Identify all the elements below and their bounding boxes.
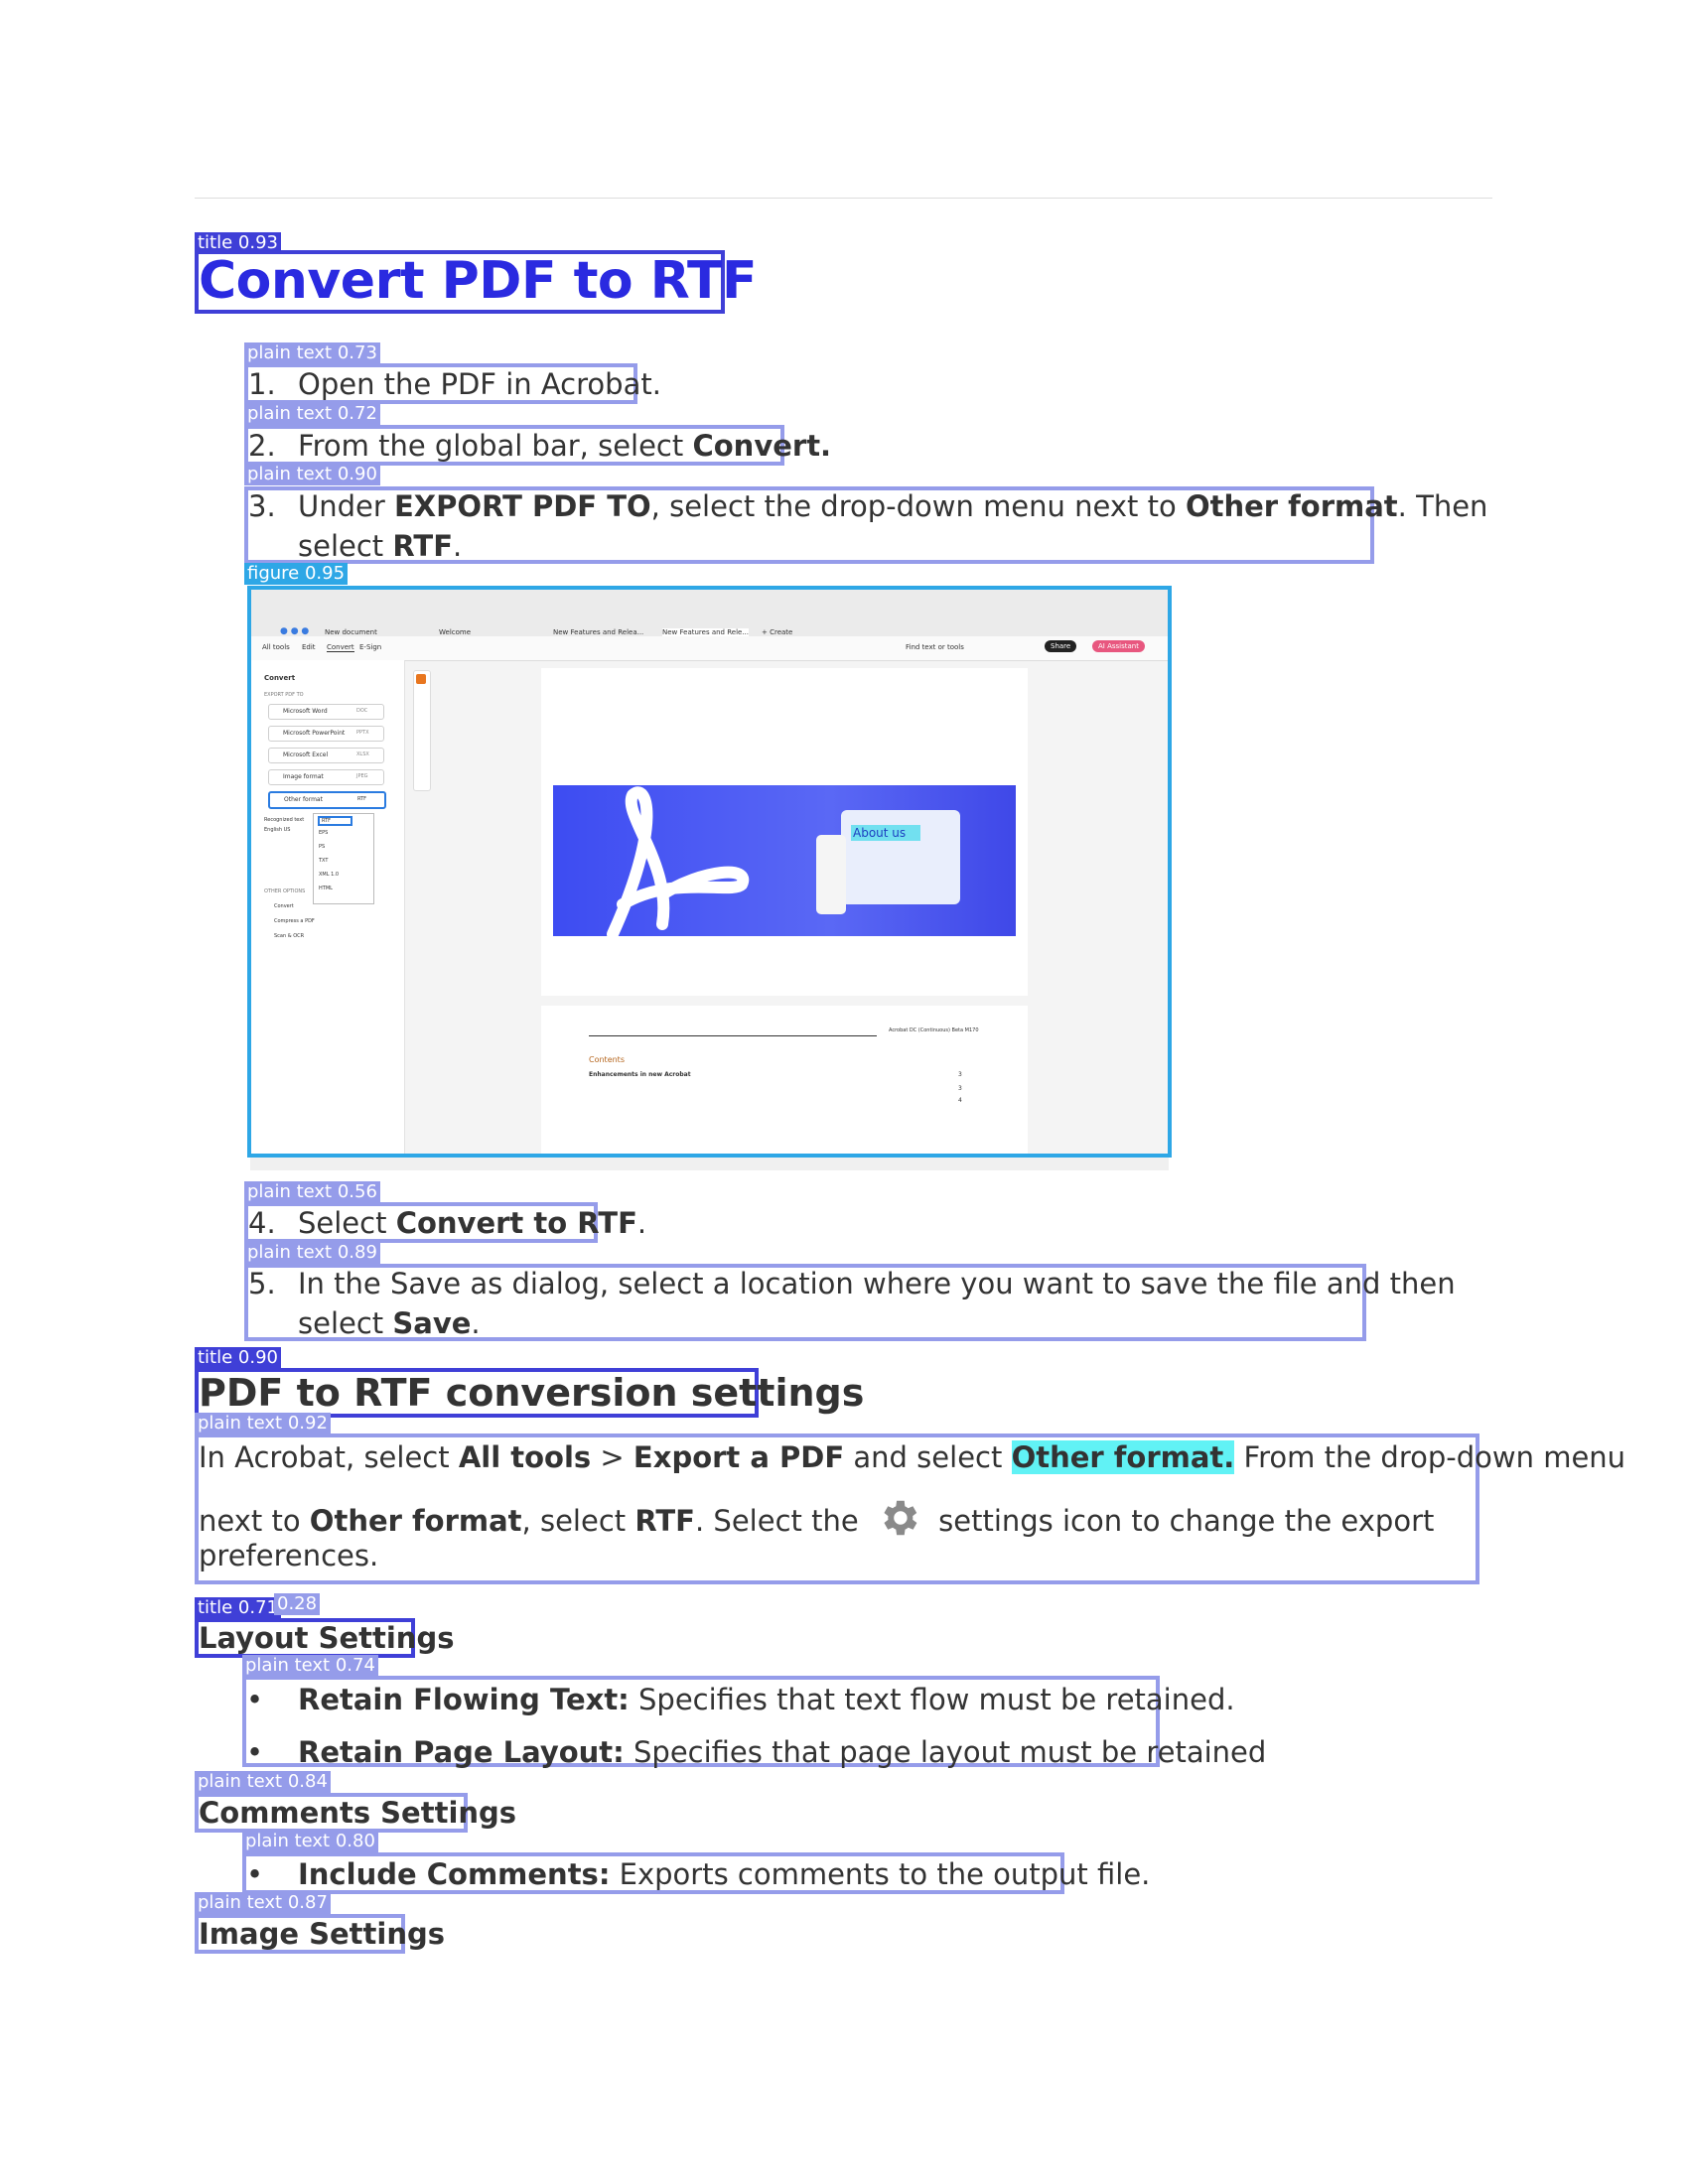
bold-text: RTF — [392, 529, 454, 563]
layout-tag: plain text 0.90 — [244, 464, 380, 485]
layout-tag: 0.28 — [274, 1593, 321, 1615]
bold-text: RTF — [634, 1504, 695, 1538]
bold-text: Other format — [1185, 489, 1398, 523]
image-settings-heading: Image Settings — [199, 1917, 445, 1951]
text: . Select the — [694, 1504, 868, 1538]
text: , select — [521, 1504, 635, 1538]
step-number: 5. — [248, 1267, 276, 1300]
bold-text: Other format — [309, 1504, 522, 1538]
step-number: 3. — [248, 489, 276, 523]
list-item: Retain Page Layout: Specifies that page … — [298, 1732, 1266, 1772]
text: , select the drop-down menu next to — [650, 489, 1186, 523]
layout-tag: plain text 0.89 — [244, 1242, 380, 1264]
text: Under — [298, 489, 394, 523]
step-5-line-2: select Save. — [298, 1303, 481, 1343]
step-number: 4. — [248, 1206, 276, 1240]
bold-text: Save — [392, 1306, 472, 1340]
text: In Acrobat, select — [199, 1440, 459, 1474]
layout-tag: plain text 0.80 — [242, 1831, 378, 1852]
text: From the drop-down menu — [1234, 1440, 1626, 1474]
step-1-text: Open the PDF in Acrobat. — [298, 367, 661, 401]
step-2-pre: From the global bar, select — [298, 429, 693, 463]
text: settings icon to change the export — [928, 1504, 1435, 1538]
bold-text: Include Comments: — [298, 1857, 611, 1891]
list-item: Include Comments: Exports comments to th… — [298, 1854, 1150, 1894]
comments-settings-heading: Comments Settings — [199, 1796, 517, 1830]
bullet: • — [246, 1735, 264, 1769]
page-title: Convert PDF to RTF — [199, 251, 757, 311]
bold-text: All tools — [458, 1440, 592, 1474]
step-4-text: Select Convert to RTF. — [298, 1203, 646, 1243]
text: . Then — [1397, 489, 1488, 523]
layout-tag: plain text 0.73 — [244, 342, 380, 364]
layout-tag: plain text 0.56 — [244, 1181, 380, 1203]
text: next to — [199, 1504, 310, 1538]
layout-tag: plain text 0.84 — [195, 1771, 331, 1793]
highlighted-text: Other format. — [1011, 1440, 1235, 1474]
bold-text: Retain Page Layout: — [298, 1735, 625, 1769]
list-item: Retain Flowing Text: Specifies that text… — [298, 1680, 1235, 1719]
layout-tag-title: title 0.71 — [195, 1597, 281, 1619]
text: select — [298, 529, 393, 563]
bold-text: Retain Flowing Text: — [298, 1683, 630, 1716]
text: . — [636, 1206, 647, 1240]
figure-box — [247, 586, 1172, 1158]
paragraph-line-2: next to Other format, select RTF. Select… — [199, 1495, 1434, 1541]
text: Specifies that page layout must be retai… — [624, 1735, 1267, 1769]
step-2-text: From the global bar, select Convert. — [298, 426, 831, 466]
bold-text: Export a PDF — [633, 1440, 845, 1474]
text: . — [471, 1306, 481, 1340]
layout-tag-figure: figure 0.95 — [244, 563, 349, 585]
step-5-line-1: In the Save as dialog, select a location… — [298, 1267, 1456, 1300]
step-number: 1. — [248, 367, 276, 401]
text: Select — [298, 1206, 396, 1240]
layout-tag: plain text 0.87 — [195, 1892, 331, 1914]
layout-tag: plain text 0.72 — [244, 403, 380, 425]
text: select — [298, 1306, 393, 1340]
paragraph-line-3: preferences. — [199, 1539, 379, 1572]
text: > — [591, 1440, 633, 1474]
text: and select — [844, 1440, 1012, 1474]
layout-tag: plain text 0.92 — [195, 1413, 331, 1434]
step-3-line-2: select RTF. — [298, 526, 462, 566]
top-rule — [195, 198, 1492, 199]
layout-settings-heading: Layout Settings — [199, 1621, 455, 1655]
layout-tag: plain text 0.74 — [242, 1655, 378, 1677]
step-3-line-1: Under EXPORT PDF TO, select the drop-dow… — [298, 486, 1487, 526]
step-2-bold: Convert. — [692, 429, 832, 463]
text: . — [453, 529, 463, 563]
gear-icon — [884, 1500, 917, 1536]
step-number: 2. — [248, 429, 276, 463]
bullet: • — [246, 1857, 264, 1891]
layout-tag-title: title 0.90 — [195, 1347, 281, 1369]
bullet: • — [246, 1683, 264, 1716]
bold-text: Convert to RTF — [395, 1206, 637, 1240]
text: Exports comments to the output file. — [610, 1857, 1151, 1891]
section-title: PDF to RTF conversion settings — [199, 1371, 865, 1415]
bold-text: EXPORT PDF TO — [394, 489, 651, 523]
paragraph-line-1: In Acrobat, select All tools > Export a … — [199, 1437, 1625, 1477]
text: Specifies that text flow must be retaine… — [629, 1683, 1235, 1716]
